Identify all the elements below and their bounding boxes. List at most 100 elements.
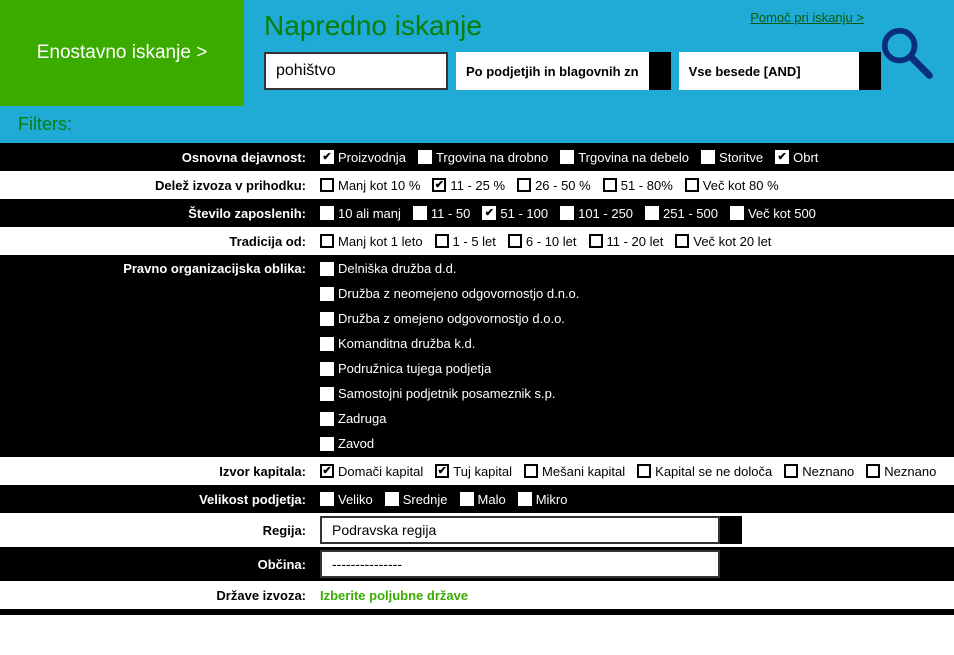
checkbox-option[interactable]: Neznano	[866, 464, 936, 479]
checkbox-icon: ✔	[320, 150, 334, 164]
simple-search-tab[interactable]: Enostavno iskanje >	[0, 0, 244, 106]
checkbox-label: Podružnica tujega podjetja	[338, 361, 491, 376]
checkbox-icon	[418, 150, 432, 164]
checkbox-icon: ✔	[435, 464, 449, 478]
checkbox-icon	[320, 437, 334, 451]
region-input[interactable]	[320, 516, 720, 544]
checkbox-icon	[320, 412, 334, 426]
checkbox-option[interactable]: ✔ Domači kapital	[320, 464, 423, 479]
checkbox-icon: ✔	[432, 178, 446, 192]
checkbox-option[interactable]: Mešani kapital	[524, 464, 625, 479]
checkbox-icon	[460, 492, 474, 506]
checkbox-icon	[524, 464, 538, 478]
checkbox-option[interactable]: Več kot 80 %	[685, 178, 779, 193]
checkbox-option[interactable]: 251 - 500	[645, 206, 718, 221]
checkbox-icon	[784, 464, 798, 478]
checkbox-option[interactable]: ✔ Obrt	[775, 150, 818, 165]
checkbox-label: Več kot 80 %	[703, 178, 779, 193]
search-mode-select[interactable]: Vse besede [AND]	[679, 52, 859, 90]
checkbox-label: 101 - 250	[578, 206, 633, 221]
checkbox-label: Družba z omejeno odgovornostjo d.o.o.	[338, 311, 565, 326]
checkbox-icon	[560, 150, 574, 164]
checkbox-option[interactable]: Storitve	[701, 150, 763, 165]
checkbox-icon	[320, 178, 334, 192]
checkbox-option[interactable]: ✔ 11 - 25 %	[432, 178, 505, 193]
checkbox-icon	[508, 234, 522, 248]
search-input[interactable]	[266, 54, 446, 88]
checkbox-label: Malo	[478, 492, 506, 507]
chevron-down-icon[interactable]	[649, 52, 671, 90]
checkbox-option[interactable]: 11 - 50	[413, 206, 471, 221]
checkbox-option[interactable]: Podružnica tujega podjetja	[320, 361, 954, 376]
chevron-down-icon[interactable]	[720, 516, 742, 544]
checkbox-option[interactable]: 10 ali manj	[320, 206, 401, 221]
checkbox-option[interactable]: Veliko	[320, 492, 373, 507]
checkbox-option[interactable]: Neznano	[784, 464, 854, 479]
obcina-input[interactable]	[320, 550, 720, 578]
checkbox-option[interactable]: ✔ 51 - 100	[482, 206, 548, 221]
checkbox-option[interactable]: Samostojni podjetnik posameznik s.p.	[320, 386, 954, 401]
checkbox-icon	[320, 234, 334, 248]
checkbox-label: 51 - 100	[500, 206, 548, 221]
checkbox-icon	[435, 234, 449, 248]
filter-label-velikost: Velikost podjetja:	[0, 492, 320, 507]
checkbox-option[interactable]: ✔ Proizvodnja	[320, 150, 406, 165]
checkbox-icon	[685, 178, 699, 192]
checkbox-option[interactable]: 101 - 250	[560, 206, 633, 221]
checkbox-option[interactable]: Srednje	[385, 492, 448, 507]
checkbox-icon	[589, 234, 603, 248]
checkbox-label: 11 - 20 let	[607, 234, 664, 249]
checkbox-option[interactable]: Mikro	[518, 492, 568, 507]
checkbox-label: Tuj kapital	[453, 464, 512, 479]
checkbox-option[interactable]: 1 - 5 let	[435, 234, 496, 249]
checkbox-option[interactable]: Zavod	[320, 436, 954, 451]
checkbox-label: 11 - 50	[431, 206, 471, 221]
checkbox-label: Srednje	[403, 492, 448, 507]
checkbox-option[interactable]: 26 - 50 %	[517, 178, 591, 193]
checkbox-option[interactable]: Delniška družba d.d.	[320, 261, 954, 276]
checkbox-option[interactable]: 51 - 80%	[603, 178, 673, 193]
filter-label-tradicija: Tradicija od:	[0, 234, 320, 249]
select-countries-link[interactable]: Izberite poljubne države	[320, 588, 468, 603]
search-icon[interactable]	[879, 25, 934, 80]
chevron-down-icon[interactable]	[720, 550, 742, 578]
checkbox-label: Delniška družba d.d.	[338, 261, 457, 276]
checkbox-label: Obrt	[793, 150, 818, 165]
checkbox-label: Neznano	[884, 464, 936, 479]
checkbox-icon: ✔	[482, 206, 496, 220]
checkbox-label: 10 ali manj	[338, 206, 401, 221]
checkbox-label: Trgovina na debelo	[578, 150, 689, 165]
checkbox-option[interactable]: Manj kot 1 leto	[320, 234, 423, 249]
checkbox-option[interactable]: 6 - 10 let	[508, 234, 577, 249]
checkbox-label: Domači kapital	[338, 464, 423, 479]
checkbox-label: 11 - 25 %	[450, 178, 505, 193]
checkbox-option[interactable]: Trgovina na debelo	[560, 150, 689, 165]
checkbox-icon	[730, 206, 744, 220]
search-scope-select[interactable]: Po podjetjih in blagovnih zn	[456, 52, 649, 90]
checkbox-option[interactable]: Malo	[460, 492, 506, 507]
checkbox-label: 26 - 50 %	[535, 178, 591, 193]
checkbox-icon	[675, 234, 689, 248]
checkbox-option[interactable]: Kapital se ne določa	[637, 464, 772, 479]
checkbox-option[interactable]: ✔ Tuj kapital	[435, 464, 512, 479]
checkbox-option[interactable]: Družba z omejeno odgovornostjo d.o.o.	[320, 311, 954, 326]
checkbox-icon	[320, 287, 334, 301]
checkbox-option[interactable]: Družba z neomejeno odgovornostjo d.n.o.	[320, 286, 954, 301]
checkbox-label: Več kot 20 let	[693, 234, 771, 249]
checkbox-option[interactable]: Trgovina na drobno	[418, 150, 548, 165]
checkbox-option[interactable]: Manj kot 10 %	[320, 178, 420, 193]
checkbox-label: Samostojni podjetnik posameznik s.p.	[338, 386, 556, 401]
chevron-down-icon[interactable]	[859, 52, 881, 90]
checkbox-option[interactable]: Komanditna družba k.d.	[320, 336, 954, 351]
checkbox-label: Manj kot 1 leto	[338, 234, 423, 249]
checkbox-option[interactable]: Več kot 500	[730, 206, 816, 221]
checkbox-option[interactable]: 11 - 20 let	[589, 234, 664, 249]
checkbox-icon	[320, 337, 334, 351]
help-link[interactable]: Pomoč pri iskanju >	[750, 10, 864, 25]
checkbox-option[interactable]: Zadruga	[320, 411, 954, 426]
checkbox-option[interactable]: Več kot 20 let	[675, 234, 771, 249]
filters-heading: Filters:	[0, 106, 954, 143]
filter-label-drzave: Države izvoza:	[0, 588, 320, 603]
filter-label-osnovna: Osnovna dejavnost:	[0, 150, 320, 165]
search-input-wrap	[264, 52, 448, 90]
